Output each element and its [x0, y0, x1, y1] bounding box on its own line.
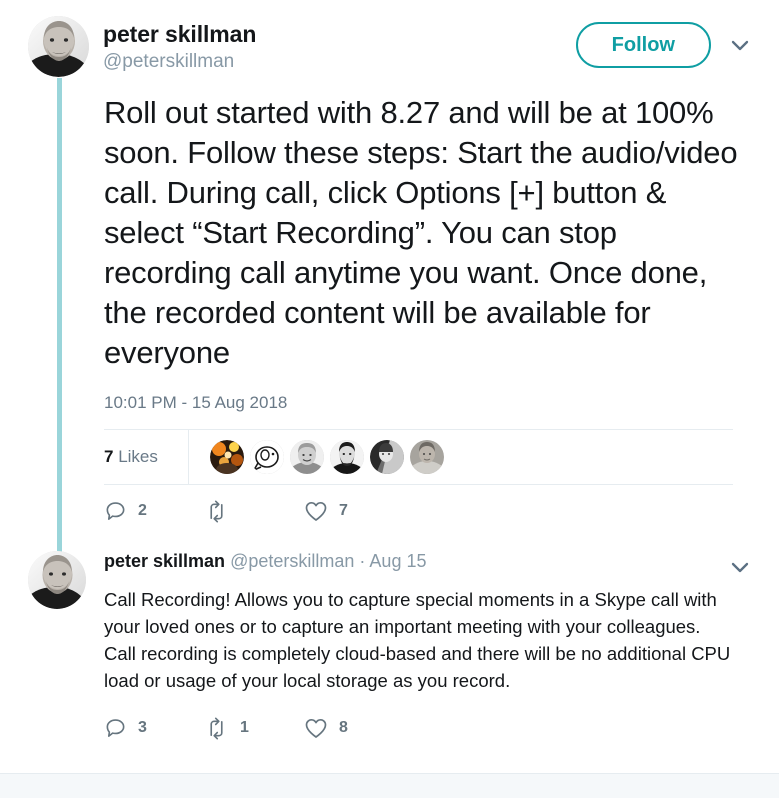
chevron-down-icon: [729, 556, 751, 578]
avatar[interactable]: [28, 16, 89, 77]
tweet-detail-page: peter skillman @peterskillman Follow Rol…: [0, 0, 779, 798]
reply-count: 3: [138, 719, 147, 736]
reply-tweet-action-bar: 3 1 8: [104, 706, 534, 750]
main-tweet-action-bar: 2 7: [104, 485, 534, 537]
likes-summary-row: 7 Likes: [104, 430, 733, 484]
retweet-button[interactable]: [204, 500, 304, 523]
reply-display-name[interactable]: peter skillman: [104, 551, 225, 571]
retweet-icon: [204, 500, 229, 523]
retweet-count: 1: [240, 719, 249, 736]
like-button[interactable]: 8: [304, 717, 404, 740]
main-tweet: peter skillman @peterskillman Follow Rol…: [0, 0, 779, 600]
reply-header-row: peter skillman @peterskillman · Aug 15: [104, 550, 755, 582]
reply-count: 2: [138, 502, 147, 519]
liker-avatar-5[interactable]: [370, 440, 404, 474]
main-tweet-more-button[interactable]: [725, 30, 755, 60]
liker-avatar-1[interactable]: [210, 440, 244, 474]
reply-meta: peter skillman @peterskillman · Aug 15: [104, 550, 426, 573]
reply-tweet-more-button[interactable]: [725, 552, 755, 582]
reply-tweet-text: Call Recording! Allows you to capture sp…: [104, 589, 731, 691]
reply-button[interactable]: 3: [104, 717, 204, 740]
likes-count-number: 7: [104, 447, 114, 466]
reply-body: peter skillman @peterskillman · Aug 15 C…: [104, 547, 755, 750]
like-count: 7: [339, 502, 348, 519]
like-count: 8: [339, 719, 348, 736]
like-button[interactable]: 7: [304, 500, 404, 523]
heart-icon: [304, 717, 328, 740]
header-actions: Follow: [575, 16, 755, 68]
retweet-icon: [204, 717, 229, 740]
heart-icon: [304, 500, 328, 523]
likes-count-label[interactable]: 7 Likes: [104, 447, 188, 467]
liker-avatar-6[interactable]: [410, 440, 444, 474]
reply-meta-separator: ·: [359, 551, 366, 571]
main-tweet-identity: peter skillman @peterskillman: [103, 16, 576, 74]
main-tweet-header: peter skillman @peterskillman Follow: [28, 16, 755, 77]
reply-date[interactable]: Aug 15: [369, 551, 426, 571]
main-tweet-text: Roll out started with 8.27 and will be a…: [104, 95, 738, 370]
follow-button[interactable]: Follow: [575, 22, 711, 68]
liker-avatar-4[interactable]: [330, 440, 364, 474]
likes-count-word: Likes: [118, 447, 158, 466]
thread-connector-line: [57, 78, 62, 600]
main-tweet-timestamp[interactable]: 10:01 PM - 15 Aug 2018: [104, 393, 755, 413]
reply-tweet[interactable]: peter skillman @peterskillman · Aug 15 C…: [0, 537, 779, 750]
reply-icon: [104, 500, 127, 523]
liker-avatar-list: [188, 430, 444, 484]
reply-user-handle[interactable]: @peterskillman: [230, 551, 354, 571]
liker-avatar-2[interactable]: [250, 440, 284, 474]
reply-button[interactable]: 2: [104, 500, 204, 523]
user-handle[interactable]: @peterskillman: [103, 50, 576, 75]
liker-avatar-3[interactable]: [290, 440, 324, 474]
reply-avatar[interactable]: [28, 551, 86, 609]
display-name[interactable]: peter skillman: [103, 20, 576, 49]
reply-icon: [104, 717, 127, 740]
retweet-button[interactable]: 1: [204, 717, 304, 740]
footer-strip: [0, 774, 779, 798]
chevron-down-icon: [729, 34, 751, 56]
